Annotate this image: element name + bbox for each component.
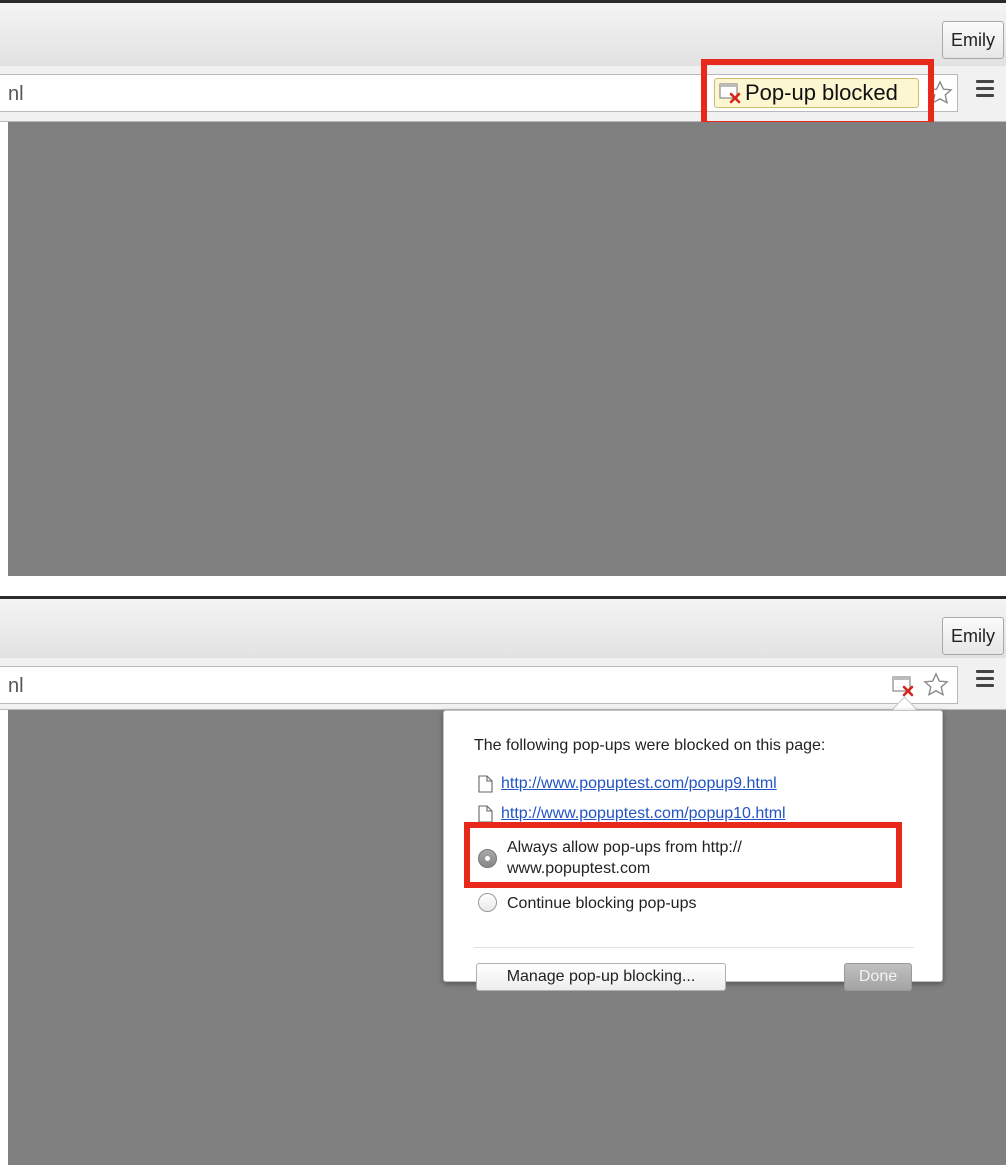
blocked-popup-link[interactable]: http://www.popuptest.com/popup10.html <box>501 805 786 823</box>
highlight-popup-blocked <box>701 59 934 127</box>
panel-before: Emily nl Pop-up blocked <box>0 0 1006 578</box>
manage-popup-blocking-button[interactable]: Manage pop-up blocking... <box>476 963 726 991</box>
address-text: nl <box>8 83 24 105</box>
address-text: nl <box>8 675 24 697</box>
tab-strip: Emily <box>0 596 1006 658</box>
page-icon <box>478 805 493 823</box>
highlight-always-allow <box>464 822 902 888</box>
tab-strip: Emily <box>0 0 1006 66</box>
page-icon <box>478 775 493 793</box>
address-bar[interactable]: nl <box>0 666 958 704</box>
profile-button[interactable]: Emily <box>942 21 1004 59</box>
bookmark-star-icon[interactable] <box>922 671 950 699</box>
popup-blocked-icon[interactable] <box>892 675 916 697</box>
continue-blocking-radio[interactable] <box>478 893 497 912</box>
blocked-popup-item[interactable]: http://www.popuptest.com/popup10.html <box>478 805 786 823</box>
continue-blocking-label: Continue blocking pop-ups <box>507 895 697 912</box>
blocked-popup-item[interactable]: http://www.popuptest.com/popup9.html <box>478 775 777 793</box>
blocked-popup-link[interactable]: http://www.popuptest.com/popup9.html <box>501 775 777 793</box>
profile-button[interactable]: Emily <box>942 617 1004 655</box>
done-button[interactable]: Done <box>844 963 912 991</box>
chrome-menu-icon[interactable] <box>976 80 994 98</box>
page-content <box>8 122 1006 576</box>
toolbar: nl <box>0 658 1006 710</box>
bubble-divider <box>474 947 914 948</box>
continue-blocking-option[interactable]: Continue blocking pop-ups <box>478 893 696 914</box>
bubble-title: The following pop-ups were blocked on th… <box>474 737 826 754</box>
chrome-menu-icon[interactable] <box>976 670 994 688</box>
